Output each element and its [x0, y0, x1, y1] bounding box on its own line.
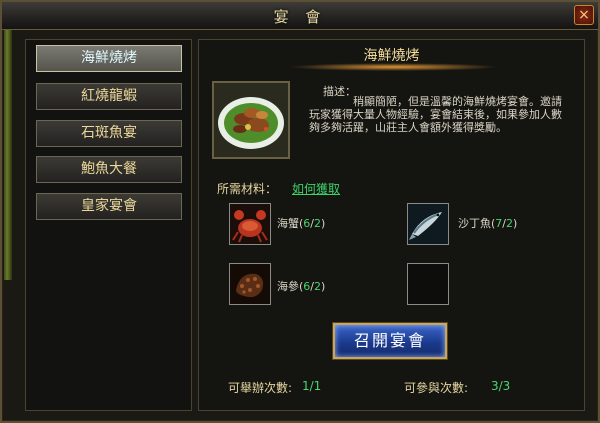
menu-item-seafood-bbq[interactable]: 海鮮燒烤 [36, 45, 182, 72]
close-icon: × [578, 7, 590, 23]
menu-item-label: 海鮮燒烤 [81, 50, 137, 66]
material-sea-cucumber-label: 海參(6/2) [277, 280, 326, 293]
material-crab-need: 2 [314, 217, 322, 230]
sea-cucumber-icon [230, 264, 270, 304]
menu-item-label: 鮑魚大餐 [81, 161, 137, 177]
sardine-icon [408, 204, 448, 244]
how-to-get-link[interactable]: 如何獲取 [292, 180, 340, 197]
host-count-label: 可舉辦次數: [228, 381, 293, 395]
seafood-dish-icon [214, 83, 288, 157]
feast-menu: 海鮮燒烤 紅燒龍蝦 石斑魚宴 鮑魚大餐 皇家宴會 [25, 39, 192, 411]
menu-item-braised-lobster[interactable]: 紅燒龍蝦 [36, 83, 182, 110]
menu-item-label: 石斑魚宴 [81, 125, 137, 141]
menu-item-abalone-meal[interactable]: 鮑魚大餐 [36, 156, 182, 183]
material-sea-cucumber-need: 2 [314, 280, 322, 293]
material-crab-label: 海蟹(6/2) [277, 217, 326, 230]
material-sardine-label: 沙丁魚(7/2) [458, 217, 518, 230]
title-bar[interactable]: 宴 會 × [2, 2, 598, 30]
feast-title: 海鮮燒烤 [363, 48, 420, 64]
join-count-label: 可參與次數: [404, 381, 469, 395]
material-slot-crab[interactable] [229, 203, 271, 245]
decorative-edge [4, 30, 12, 280]
material-crab-have: 6 [303, 217, 311, 230]
menu-item-royal-banquet[interactable]: 皇家宴會 [36, 193, 182, 220]
material-slot-sardine[interactable] [407, 203, 449, 245]
material-sea-cucumber-have: 6 [303, 280, 311, 293]
menu-item-label: 紅燒龍蝦 [81, 88, 137, 104]
menu-item-grouper-feast[interactable]: 石斑魚宴 [36, 120, 182, 147]
banquet-window: 宴 會 × 海鮮燒烤 紅燒龍蝦 石斑魚宴 鮑魚大餐 皇家宴會 海鮮燒烤 描述： … [0, 0, 600, 423]
material-sardine-need: 2 [506, 217, 514, 230]
title-glow [289, 63, 499, 71]
close-button[interactable]: × [574, 5, 594, 25]
window-title: 宴 會 [273, 8, 327, 26]
menu-item-label: 皇家宴會 [81, 198, 137, 214]
host-count-value: 1/1 [302, 379, 322, 393]
convene-banquet-button[interactable]: 召開宴會 [333, 323, 447, 359]
description-text: 稍顯簡陋，但是溫馨的海鮮燒烤宴會。邀請玩家獲得大量人物經驗，宴會結束後，如果參加… [309, 95, 562, 134]
feast-detail-panel: 海鮮燒烤 描述： 稍顯簡陋，但是溫馨的海鮮燒烤宴會。邀請玩家獲得大量人物經驗，宴… [198, 39, 585, 411]
material-slot-sea-cucumber[interactable] [229, 263, 271, 305]
material-sardine-have: 7 [495, 217, 503, 230]
dish-image [212, 81, 290, 159]
materials-label: 所需材料： [217, 182, 278, 196]
join-count-value: 3/3 [491, 379, 511, 393]
material-slot-empty[interactable] [407, 263, 449, 305]
crab-icon [230, 204, 270, 244]
